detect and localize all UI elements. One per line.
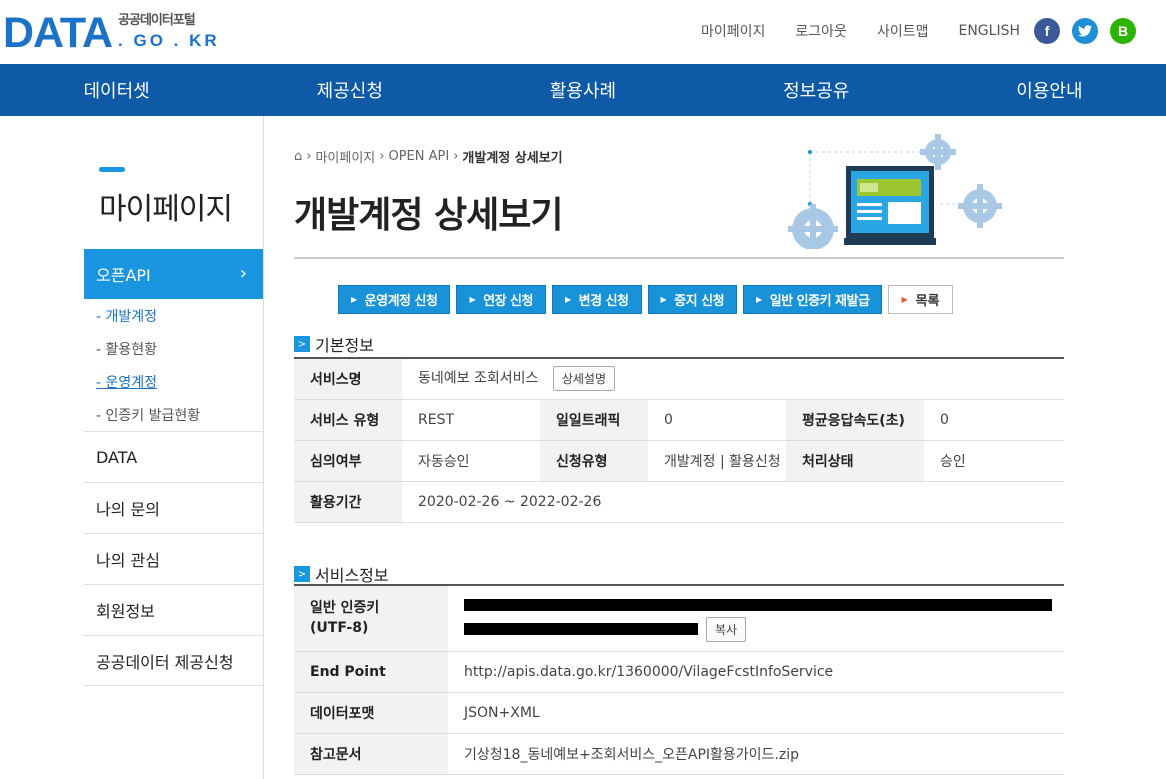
breadcrumb-current: 개발계정 상세보기 <box>462 151 563 166</box>
endpoint-value: http://apis.data.go.kr/1360000/VilageFcs… <box>448 651 1064 693</box>
gnb-provide-request[interactable]: 제공신청 <box>233 64 466 116</box>
logout-link[interactable]: 로그아웃 <box>795 21 847 41</box>
extend-request-button[interactable]: ▶ 연장 신청 <box>456 285 546 314</box>
sidebar-sub-ops-account[interactable]: - 운영계정 <box>96 372 157 392</box>
service-type-value: REST <box>402 399 540 441</box>
table-row: 서비스명 동네예보 조회서비스 상세설명 <box>294 358 1064 400</box>
sidebar-item-member-info[interactable]: 회원정보 <box>84 584 263 635</box>
table-row: 데이터포맷 JSON+XML <box>294 692 1064 734</box>
logo-domain-text: . GO . KR <box>118 31 220 50</box>
sidebar-item-label: 오픈API <box>96 266 151 285</box>
play-icon: ▶ <box>756 295 762 304</box>
service-info-table: 일반 인증키 (UTF-8) 복사 End Point http://apis.… <box>294 584 1064 775</box>
english-link[interactable]: ENGLISH <box>958 23 1020 39</box>
sidebar-title: 마이페이지 <box>99 192 233 227</box>
table-row: 참고문서 기상청18_동네예보+조회서비스_오픈API활용가이드.zip <box>294 733 1064 775</box>
reissue-key-button[interactable]: ▶ 일반 인증키 재발급 <box>743 285 883 314</box>
daily-traffic-value: 0 <box>648 399 786 441</box>
apply-type-label: 신청유형 <box>540 440 648 482</box>
logo-korean-text: 공공데이터포털 <box>118 13 196 28</box>
breadcrumb: ⌂ › 마이페이지 › OPEN API › 개발계정 상세보기 <box>294 147 563 166</box>
chevron-right-icon: > <box>294 336 310 352</box>
sidebar-title-bar <box>99 167 125 172</box>
logo-main-text: DATA <box>3 9 113 57</box>
sidebar-sub-dev-account[interactable]: - 개발계정 <box>96 306 157 326</box>
period-label: 활용기간 <box>294 481 402 523</box>
table-row: End Point http://apis.data.go.kr/1360000… <box>294 651 1064 693</box>
facebook-icon[interactable]: f <box>1034 18 1060 44</box>
period-value: 2020-02-26 ~ 2022-02-26 <box>402 481 1064 523</box>
table-row: 서비스 유형 REST 일일트래픽 0 평균응답속도(초) 0 <box>294 399 1064 441</box>
left-sidebar: 마이페이지 오픈API › - 개발계정 - 활용현황 - 운영계정 - 인증키… <box>0 116 264 779</box>
play-icon: ▶ <box>660 295 667 304</box>
redacted-key-line <box>464 598 1052 611</box>
status-value: 승인 <box>924 440 1064 482</box>
apply-type-value: 개발계정 | 활용신청 <box>648 440 786 482</box>
twitter-icon[interactable] <box>1072 18 1098 44</box>
play-icon: ▶ <box>901 295 908 304</box>
play-icon: ▶ <box>469 295 476 304</box>
sidebar-sub-key-status[interactable]: - 인증키 발급현황 <box>96 405 200 425</box>
gnb-info-share[interactable]: 정보공유 <box>700 64 933 116</box>
title-divider <box>294 257 1064 259</box>
avg-response-value: 0 <box>924 399 1064 441</box>
computer-gear-illustration <box>788 134 1002 249</box>
blog-icon[interactable]: B <box>1110 18 1136 44</box>
sidebar-item-provide-request[interactable]: 공공데이터 제공신청 <box>84 635 263 686</box>
page-title: 개발계정 상세보기 <box>294 195 563 236</box>
copy-key-button[interactable]: 복사 <box>706 616 747 642</box>
gnb-dataset[interactable]: 데이터셋 <box>0 64 233 116</box>
list-button[interactable]: ▶ 목록 <box>888 285 953 314</box>
auth-key-cell: 복사 <box>448 585 1064 652</box>
gnb-guide[interactable]: 이용안내 <box>933 64 1166 116</box>
data-format-label: 데이터포맷 <box>294 692 448 734</box>
service-name-value: 동네예보 조회서비스 <box>418 370 539 387</box>
review-value: 자동승인 <box>402 440 540 482</box>
breadcrumb-mypage[interactable]: 마이페이지 <box>315 147 375 166</box>
sidebar-sub-usage[interactable]: - 활용현황 <box>96 339 157 359</box>
sidebar-item-data[interactable]: DATA <box>84 431 263 482</box>
status-label: 처리상태 <box>786 440 924 482</box>
home-icon[interactable]: ⌂ <box>294 149 302 164</box>
breadcrumb-open-api[interactable]: OPEN API <box>388 149 449 164</box>
endpoint-label: End Point <box>294 651 448 693</box>
change-request-button[interactable]: ▶ 변경 신청 <box>551 285 642 314</box>
service-name-cell: 동네예보 조회서비스 상세설명 <box>402 358 1064 400</box>
service-type-label: 서비스 유형 <box>294 399 402 441</box>
stop-request-button[interactable]: ▶ 중지 신청 <box>647 285 738 314</box>
detail-description-button[interactable]: 상세설명 <box>552 366 615 392</box>
auth-key-label: 일반 인증키 (UTF-8) <box>294 585 448 652</box>
utility-nav: 마이페이지 로그아웃 사이트맵 ENGLISH f B <box>701 18 1136 44</box>
gnb-use-cases[interactable]: 활용사례 <box>466 64 699 116</box>
action-buttons: ▶ 운영계정 신청 ▶ 연장 신청 ▶ 변경 신청 ▶ 중지 신청 ▶ 일반 인증키 재발… <box>338 285 953 314</box>
ops-account-request-button[interactable]: ▶ 운영계정 신청 <box>338 285 451 314</box>
chevron-right-icon: > <box>294 566 310 582</box>
sidebar-item-my-interest[interactable]: 나의 관심 <box>84 533 263 584</box>
redacted-key-line <box>464 623 698 636</box>
service-name-label: 서비스명 <box>294 358 402 400</box>
basic-info-table: 서비스명 동네예보 조회서비스 상세설명 서비스 유형 REST 일일트래픽 0… <box>294 357 1064 523</box>
table-row: 심의여부 자동승인 신청유형 개발계정 | 활용신청 처리상태 승인 <box>294 440 1064 482</box>
service-info-heading: > 서비스정보 <box>294 562 389 586</box>
chevron-right-icon: › <box>239 263 247 284</box>
sitemap-link[interactable]: 사이트맵 <box>877 21 929 41</box>
reference-doc-link[interactable]: 기상청18_동네예보+조회서비스_오픈API활용가이드.zip <box>448 733 1064 775</box>
reference-doc-label: 참고문서 <box>294 733 448 775</box>
top-header: DATA 공공데이터포털 . GO . KR 마이페이지 로그아웃 사이트맵 E… <box>0 0 1166 64</box>
avg-response-label: 평균응답속도(초) <box>786 399 924 441</box>
basic-info-heading: > 기본정보 <box>294 332 374 356</box>
mypage-link[interactable]: 마이페이지 <box>701 21 765 41</box>
site-logo[interactable]: DATA 공공데이터포털 . GO . KR <box>3 9 220 57</box>
main-nav: 데이터셋 제공신청 활용사례 정보공유 이용안내 <box>0 64 1166 116</box>
play-icon: ▶ <box>351 295 357 304</box>
review-label: 심의여부 <box>294 440 402 482</box>
play-icon: ▶ <box>564 295 571 304</box>
daily-traffic-label: 일일트래픽 <box>540 399 648 441</box>
data-format-value: JSON+XML <box>448 692 1064 734</box>
sidebar-item-my-inquiry[interactable]: 나의 문의 <box>84 482 263 533</box>
sidebar-item-open-api[interactable]: 오픈API › <box>84 249 263 299</box>
table-row: 활용기간 2020-02-26 ~ 2022-02-26 <box>294 481 1064 523</box>
table-row: 일반 인증키 (UTF-8) 복사 <box>294 585 1064 652</box>
